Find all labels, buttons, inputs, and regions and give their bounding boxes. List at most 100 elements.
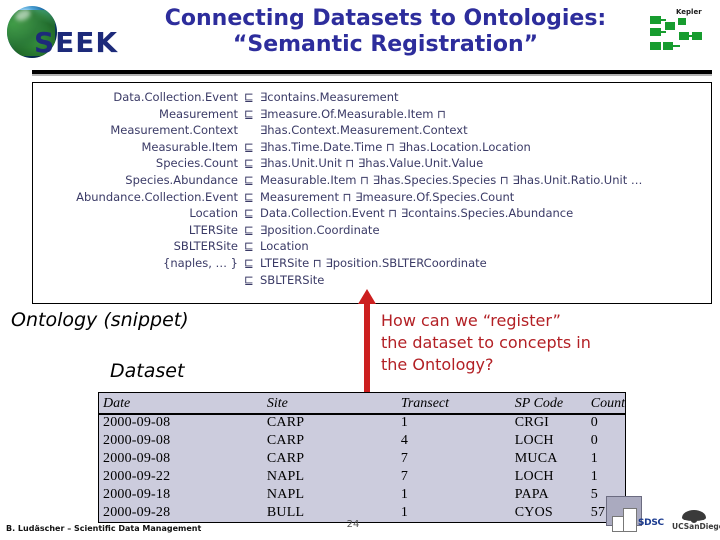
page-title-line1: Connecting Datasets to Ontologies: [164,6,607,31]
kepler-logo-text: Kepler [676,8,702,16]
kepler-node [665,22,675,30]
ontology-snippet-box: Data.Collection.Event ⊑ ∃contains.Measurem… [32,82,712,304]
axiom-rhs: SBLTERSite [260,272,325,287]
ucsd-label: UCSanDiego [672,522,720,531]
page-number: 24 [346,519,360,530]
column-header-date: Date [103,396,131,411]
axiom-rhs: ∃has.Context.Measurement.Context [260,123,468,138]
ontology-axiom: {naples, … } ⊑ LTERSite ⊓ ∃position.SBLTER… [33,255,711,272]
sdsc-label: SDSC [638,518,664,528]
slide-header: SEEK Connecting Datasets to Ontologies: … [0,0,720,76]
kepler-node [692,32,702,40]
cell-sp-code: MUCA [514,451,558,466]
cell-sp-code: LOCH [514,469,554,484]
seek-logo-text: SEEK [34,26,119,59]
seek-logo: SEEK [3,4,135,60]
axiom-lhs: Measurement [159,106,238,121]
cell-count: 1 [590,469,598,484]
column-header-count: Count [590,396,625,411]
cell-transect: 4 [400,433,409,448]
axiom-rhs: ∃has.Time.Date.Time ⊓ ∃has.Location.Loca… [260,139,531,154]
cell-date: 2000-09-28 [103,505,171,520]
table-row: 2000-09-22 NAPL 7 LOCH 1 [99,468,625,486]
axiom-operator: ⊑ [244,239,254,254]
kepler-node [650,28,661,36]
cell-date: 2000-09-08 [103,451,171,466]
axiom-operator: ⊑ [244,172,254,187]
axiom-lhs: Species.Count [155,156,238,171]
cell-date: 2000-09-08 [103,433,171,448]
axiom-rhs: Data.Collection.Event ⊓ ∃contains.Specie… [260,206,574,221]
ontology-axiom: Data.Collection.Event ⊑ ∃contains.Measurem… [33,89,711,106]
axiom-rhs: Measurable.Item ⊓ ∃has.Species.Species ⊓… [260,172,643,187]
kepler-edge [661,19,666,21]
dataset-table: Date Site Transect SP Code Count 2000-09… [98,392,626,523]
cell-sp-code: PAPA [514,487,549,502]
table-row: 2000-09-08 CARP 4 LOCH 0 [99,432,625,450]
axiom-operator: ⊑ [244,255,254,270]
ontology-axiom: Measurable.Item ⊑ ∃has.Time.Date.Time ⊓ ∃h… [33,139,711,156]
ucsd-mark-icon [682,510,706,523]
kepler-node [679,32,689,40]
table-row: 2000-09-18 NAPL 1 PAPA 5 [99,486,625,504]
cell-sp-code: LOCH [514,433,554,448]
header-divider-shadow [32,74,712,76]
column-header-sp-code: SP Code [514,396,564,411]
ontology-axiom: ⊑ SBLTERSite [33,272,711,289]
kepler-edge [661,31,666,33]
cell-date: 2000-09-08 [103,415,171,430]
axiom-rhs: ∃position.Coordinate [260,222,380,237]
axiom-operator: ⊑ [244,139,254,154]
cell-date: 2000-09-18 [103,487,171,502]
question-line2: the dataset to concepts in [381,333,591,352]
axiom-lhs: LTERSite [188,222,238,237]
dataset-table-body: 2000-09-08 CARP 1 CRGI 0 2000-09-08 CARP 4 LOCH 0… [99,414,625,522]
cell-transect: 1 [400,487,409,502]
cell-count: 1 [590,451,598,466]
sdsc-logo: SDSC [612,508,668,534]
ontology-axiom: Measurement.Context ∃has.Context.Measurem… [33,122,711,139]
axiom-rhs: Measurement ⊓ ∃measure.Of.Species.Count [260,189,515,204]
axiom-operator: ⊑ [244,222,254,237]
cell-transect: 1 [400,505,409,520]
kepler-logo: Kepler [648,8,714,58]
kepler-node [678,18,686,25]
cell-count: 0 [590,415,598,430]
cell-count: 0 [590,433,598,448]
sdsc-bar [623,508,637,532]
table-header-divider [99,413,625,415]
cell-sp-code: CRGI [514,415,550,430]
cell-site: CARP [266,433,305,448]
axiom-operator: ⊑ [244,189,254,204]
ontology-axiom: Measurement ⊑ ∃measure.Of.Measurable.Item … [33,106,711,123]
table-row: 2000-09-08 CARP 1 CRGI 0 [99,414,625,432]
column-header-site: Site [266,396,288,411]
ontology-axiom: Species.Count ⊑ ∃has.Unit.Unit ⊓ ∃has.Valu… [33,155,711,172]
cell-sp-code: CYOS [514,505,553,520]
sdsc-mark-icon [612,508,638,532]
ontology-axiom: Abundance.Collection.Event ⊑ Measurement ⊓… [33,189,711,206]
cell-transect: 7 [400,469,409,484]
footer-logos: SDSC UCSanDiego [612,504,720,538]
ontology-axiom: SBLTERSite ⊑ Location [33,238,711,255]
kepler-edge [689,35,693,37]
axiom-lhs: Measurement.Context [110,123,238,138]
page-title-line2: “Semantic Registration” [232,32,539,57]
axiom-lhs: Species.Abundance [125,172,238,187]
axiom-operator: ⊑ [244,206,254,221]
axiom-lhs: Location [189,206,238,221]
axiom-rhs: Location [260,239,309,254]
axiom-rhs: ∃contains.Measurement [260,90,399,104]
cell-site: CARP [266,415,305,430]
arrow-shaft [364,302,370,396]
ontology-axiom: LTERSite ⊑ ∃position.Coordinate [33,222,711,239]
axiom-operator: ⊑ [244,106,254,121]
ontology-axiom: Location ⊑ Data.Collection.Event ⊓ ∃contai… [33,205,711,222]
axiom-lhs: {naples, … } [163,255,238,270]
table-header-row: Date Site Transect SP Code Count [99,393,625,414]
question-line3: the Ontology? [381,355,494,374]
axiom-operator: ⊑ [244,90,254,104]
cell-site: NAPL [266,469,305,484]
ontology-caption: Ontology (snippet) [11,309,189,331]
cell-site: NAPL [266,487,305,502]
